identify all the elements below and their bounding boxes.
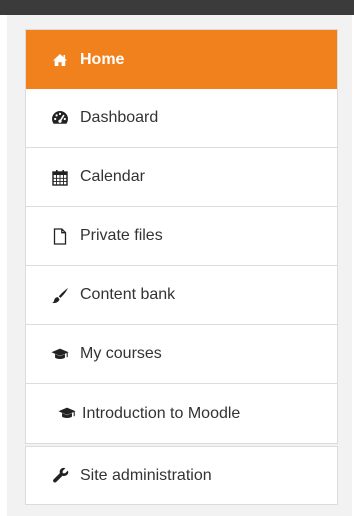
admin-nav: Site administration xyxy=(25,446,338,505)
graduation-cap-icon xyxy=(58,405,76,423)
nav-item-site-administration[interactable]: Site administration xyxy=(26,447,337,504)
nav-item-course-introduction-to-moodle[interactable]: Introduction to Moodle xyxy=(26,384,337,443)
nav-item-label: Private files xyxy=(80,227,163,244)
graduation-cap-icon xyxy=(51,345,69,363)
nav-item-dashboard[interactable]: Dashboard xyxy=(26,89,337,148)
nav-item-content-bank[interactable]: Content bank xyxy=(26,266,337,325)
nav-item-home[interactable]: Home xyxy=(26,30,337,89)
calendar-icon xyxy=(51,168,69,186)
nav-item-label: Site administration xyxy=(80,466,212,484)
nav-item-calendar[interactable]: Calendar xyxy=(26,148,337,207)
dashboard-icon xyxy=(51,109,69,127)
nav-item-label: Home xyxy=(80,50,125,68)
nav-item-label: Calendar xyxy=(80,168,145,185)
top-bar xyxy=(0,0,354,15)
nav-item-label: Introduction to Moodle xyxy=(82,404,241,422)
home-icon xyxy=(51,51,69,69)
main-nav: Home Dashboard Calendar Private files Co… xyxy=(25,29,338,444)
file-icon xyxy=(51,227,69,245)
paint-brush-icon xyxy=(51,286,69,304)
nav-item-label: Content bank xyxy=(80,286,176,303)
nav-item-label: My courses xyxy=(80,345,162,362)
nav-item-label: Dashboard xyxy=(80,109,159,126)
nav-item-private-files[interactable]: Private files xyxy=(26,207,337,266)
nav-item-my-courses[interactable]: My courses xyxy=(26,325,337,384)
wrench-icon xyxy=(51,467,69,485)
